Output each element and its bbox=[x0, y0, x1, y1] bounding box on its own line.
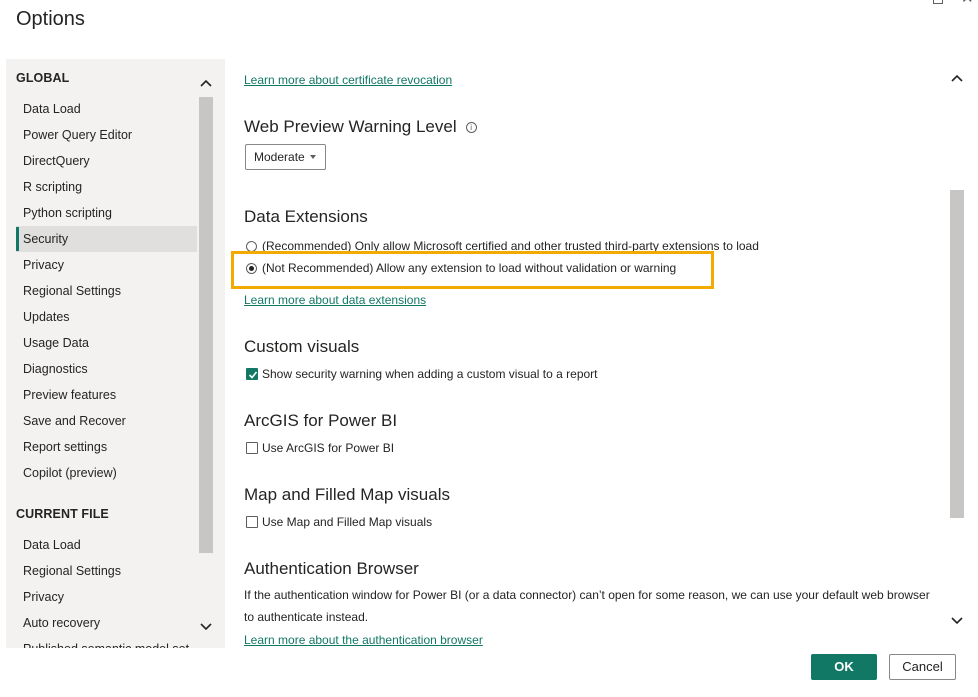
caret-down-icon bbox=[310, 155, 316, 159]
sidebar-item-diagnostics[interactable]: Diagnostics bbox=[16, 356, 197, 382]
sidebar-item-current-regional-settings[interactable]: Regional Settings bbox=[16, 558, 197, 584]
sidebar-item-auto-recovery[interactable]: Auto recovery bbox=[16, 610, 197, 636]
chevron-down-icon[interactable] bbox=[950, 613, 964, 627]
current-file-section-header: CURRENT FILE bbox=[16, 507, 109, 521]
map-visuals-checkbox[interactable] bbox=[246, 516, 258, 528]
map-visuals-heading: Map and Filled Map visuals bbox=[244, 485, 450, 504]
auth-browser-description: If the authentication window for Power B… bbox=[244, 588, 930, 624]
web-preview-level-dropdown[interactable]: Moderate bbox=[245, 144, 326, 170]
cancel-button[interactable]: Cancel bbox=[889, 654, 956, 680]
close-icon[interactable]: ✕ bbox=[961, 0, 977, 8]
sidebar-item-current-data-load[interactable]: Data Load bbox=[16, 532, 197, 558]
sidebar-item-security[interactable]: Security bbox=[16, 226, 197, 252]
sidebar-item-preview-features[interactable]: Preview features bbox=[16, 382, 197, 408]
sidebar-item-updates[interactable]: Updates bbox=[16, 304, 197, 330]
sidebar-item-save-and-recover[interactable]: Save and Recover bbox=[16, 408, 197, 434]
arcgis-label: Use ArcGIS for Power BI bbox=[262, 441, 395, 455]
radio-not-recommended[interactable] bbox=[246, 263, 257, 274]
data-extensions-link[interactable]: Learn more about data extensions bbox=[244, 293, 426, 307]
sidebar-item-power-query-editor[interactable]: Power Query Editor bbox=[16, 122, 197, 148]
main-scroll-thumb[interactable] bbox=[950, 190, 964, 518]
certificate-revocation-link[interactable]: Learn more about certificate revocation bbox=[244, 73, 452, 87]
checkmark-icon bbox=[248, 371, 258, 379]
chevron-down-icon[interactable] bbox=[199, 619, 213, 633]
web-preview-heading-text: Web Preview Warning Level bbox=[244, 117, 457, 136]
info-icon[interactable]: i bbox=[465, 122, 477, 133]
dialog-title: Options bbox=[16, 8, 85, 30]
map-visuals-label: Use Map and Filled Map visuals bbox=[262, 515, 433, 529]
custom-visuals-checkbox[interactable] bbox=[246, 368, 258, 380]
auth-browser-link[interactable]: Learn more about the authentication brow… bbox=[244, 633, 483, 647]
option-not-recommended-label: (Not Recommended) Allow any extension to… bbox=[262, 261, 677, 275]
sidebar-item-report-settings[interactable]: Report settings bbox=[16, 434, 197, 460]
sidebar-item-r-scripting[interactable]: R scripting bbox=[16, 174, 197, 200]
ok-button[interactable]: OK bbox=[811, 654, 877, 680]
sidebar-item-published-semantic-model[interactable]: Published semantic model set bbox=[16, 636, 197, 648]
global-section-header: GLOBAL bbox=[16, 71, 70, 85]
arcgis-checkbox[interactable] bbox=[246, 442, 258, 454]
arcgis-heading: ArcGIS for Power BI bbox=[244, 411, 398, 430]
options-sidebar: GLOBAL Data Load Power Query Editor Dire… bbox=[6, 59, 225, 648]
sidebar-item-privacy[interactable]: Privacy bbox=[16, 252, 197, 278]
sidebar-item-python-scripting[interactable]: Python scripting bbox=[16, 200, 197, 226]
data-extensions-heading: Data Extensions bbox=[244, 207, 368, 226]
custom-visuals-label: Show security warning when adding a cust… bbox=[262, 367, 598, 381]
chevron-up-icon[interactable] bbox=[950, 72, 964, 86]
custom-visuals-heading: Custom visuals bbox=[244, 337, 360, 356]
sidebar-item-directquery[interactable]: DirectQuery bbox=[16, 148, 197, 174]
sidebar-item-copilot-preview[interactable]: Copilot (preview) bbox=[16, 460, 197, 486]
dropdown-value: Moderate bbox=[254, 150, 305, 164]
restore-icon[interactable] bbox=[933, 0, 943, 4]
sidebar-item-current-privacy[interactable]: Privacy bbox=[16, 584, 197, 610]
sidebar-scroll-thumb[interactable] bbox=[199, 97, 213, 553]
chevron-up-icon[interactable] bbox=[199, 77, 213, 91]
sidebar-item-data-load[interactable]: Data Load bbox=[16, 96, 197, 122]
sidebar-item-regional-settings[interactable]: Regional Settings bbox=[16, 278, 197, 304]
web-preview-heading: Web Preview Warning Level i bbox=[244, 117, 477, 137]
main-scrollbar[interactable] bbox=[949, 60, 965, 636]
sidebar-scrollbar[interactable] bbox=[199, 77, 213, 633]
auth-browser-heading: Authentication Browser bbox=[244, 559, 419, 578]
sidebar-item-usage-data[interactable]: Usage Data bbox=[16, 330, 197, 356]
